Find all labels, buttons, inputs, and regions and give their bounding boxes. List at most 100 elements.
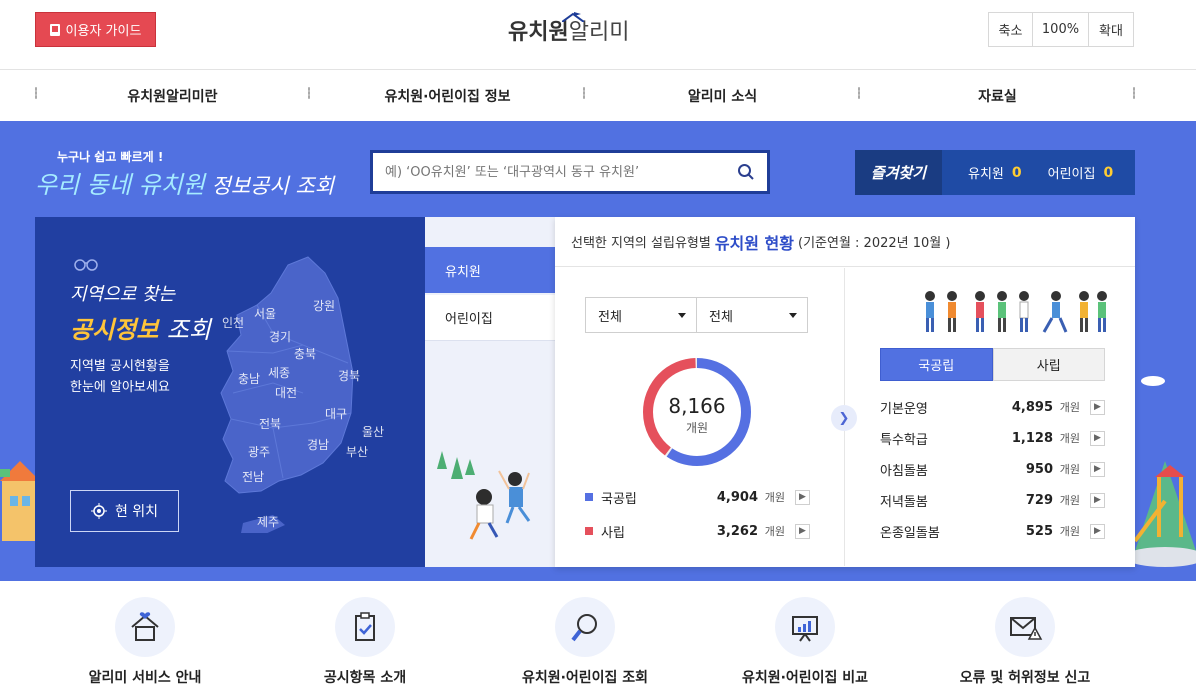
- region-label[interactable]: 전북: [259, 415, 281, 432]
- zoom-out-button[interactable]: 축소: [989, 13, 1033, 46]
- region-label[interactable]: 대구: [325, 405, 347, 422]
- tab-public[interactable]: 국공립: [880, 348, 993, 381]
- legend-swatch: [585, 493, 593, 501]
- nav-item-news[interactable]: 알리미 소식: [585, 70, 860, 121]
- service-row: 아침돌봄 950 개원 ▶: [880, 458, 1105, 480]
- chevron-right-icon[interactable]: ▶: [1090, 430, 1105, 446]
- region-label[interactable]: 광주: [248, 443, 270, 460]
- nav-item-info[interactable]: 유치원·어린이집 정보: [310, 70, 585, 121]
- map-description: 지역별 공시현황을 한눈에 알아보세요: [70, 356, 170, 398]
- quicklink-label: 공시항목 소개: [323, 670, 407, 686]
- zoom-controls: 축소 100% 확대: [988, 12, 1134, 47]
- search-box: [370, 150, 770, 194]
- chevron-right-icon[interactable]: ▶: [1090, 461, 1105, 477]
- service-value: 525: [1025, 523, 1053, 539]
- tab-kindergarten[interactable]: 유치원: [425, 247, 555, 293]
- region-label[interactable]: 경기: [269, 328, 291, 345]
- binoculars-icon: [74, 259, 98, 271]
- quicklink-search[interactable]: 유치원·어린이집 조회: [495, 597, 675, 687]
- book-icon: [49, 23, 60, 36]
- site-logo[interactable]: 유치원알리미: [508, 12, 648, 54]
- fav-daycare-label: 어린이집: [1047, 167, 1096, 182]
- map-desc-line: 한눈에 알아보세요: [70, 380, 170, 395]
- legend-row-public: 국공립 4,904 개원 ▶: [585, 486, 810, 508]
- legend-label: 국공립: [601, 491, 637, 507]
- children-group-illustration-icon: [925, 291, 1107, 333]
- legend-unit: 개원: [764, 525, 785, 538]
- main-nav: 유치원알리미란 유치원·어린이집 정보 알리미 소식 자료실: [0, 70, 1196, 121]
- fav-kinder-count: 0: [1011, 164, 1022, 181]
- next-slide-button[interactable]: ❯: [831, 405, 857, 431]
- chevron-right-icon[interactable]: ▶: [1090, 523, 1105, 539]
- stats-header: 선택한 지역의 설립유형별 유치원 현황 (기준연월 : 2022년 10월 ): [555, 217, 1135, 267]
- region-label[interactable]: 충북: [294, 345, 316, 362]
- service-label: 온종일돌봄: [880, 525, 940, 541]
- roof-flag-icon: [562, 12, 584, 22]
- favorites-daycare[interactable]: 어린이집 0: [1047, 163, 1114, 183]
- chevron-right-icon[interactable]: ▶: [795, 523, 810, 539]
- search-input[interactable]: [385, 164, 725, 180]
- fav-daycare-count: 0: [1103, 164, 1114, 181]
- playground-illustration-icon: [1135, 376, 1196, 567]
- region-label[interactable]: 강원: [313, 297, 335, 314]
- current-location-button[interactable]: 현 위치: [70, 490, 179, 532]
- favorites-title[interactable]: 즐겨찾기: [855, 150, 942, 195]
- search-icon[interactable]: [737, 163, 755, 181]
- quicklink-report-error[interactable]: 오류 및 허위정보 신고: [935, 597, 1115, 687]
- current-location-label: 현 위치: [114, 504, 159, 520]
- legend-row-private: 사립 3,262 개원 ▶: [585, 520, 810, 542]
- nav-item-library[interactable]: 자료실: [860, 70, 1135, 121]
- favorites-bar: 즐겨찾기 유치원 0 어린이집 0: [855, 150, 1135, 195]
- region-label[interactable]: 제주: [257, 513, 279, 530]
- korea-map[interactable]: [213, 253, 393, 533]
- house-heart-icon: [115, 597, 175, 657]
- donut-total-unit: 개원: [685, 421, 709, 435]
- magnifier-icon: [555, 597, 615, 657]
- region-label[interactable]: 서울: [254, 305, 276, 322]
- tab-private[interactable]: 사립: [992, 348, 1105, 381]
- legend-label: 사립: [601, 525, 625, 541]
- region-label[interactable]: 전남: [242, 468, 264, 485]
- region-label[interactable]: 인천: [222, 314, 244, 331]
- chevron-right-icon[interactable]: ▶: [1090, 492, 1105, 508]
- tab-daycare[interactable]: 어린이집: [425, 295, 555, 341]
- region-label[interactable]: 대전: [275, 384, 297, 401]
- stats-header-strong: 유치원 현황: [714, 233, 794, 253]
- region-label[interactable]: 울산: [362, 423, 384, 440]
- stats-header-prefix: 선택한 지역의 설립유형별: [571, 236, 711, 251]
- service-unit: 개원: [1059, 525, 1080, 538]
- quicklink-disclosure-items[interactable]: 공시항목 소개: [275, 597, 455, 687]
- service-value: 950: [1025, 461, 1053, 477]
- region-label[interactable]: 부산: [346, 443, 368, 460]
- region-label[interactable]: 충남: [238, 370, 260, 387]
- service-unit: 개원: [1059, 401, 1080, 414]
- chevron-right-icon[interactable]: ▶: [795, 489, 810, 505]
- quicklink-compare[interactable]: 유치원·어린이집 비교: [715, 597, 895, 687]
- region-label[interactable]: 경북: [338, 367, 360, 384]
- map-title-highlight: 공시정보: [70, 316, 159, 344]
- user-guide-label: 이용자 가이드: [65, 24, 142, 39]
- quicklink-label: 오류 및 허위정보 신고: [959, 670, 1091, 686]
- map-title-rest: 조회: [166, 316, 211, 344]
- zoom-in-button[interactable]: 확대: [1089, 13, 1133, 46]
- service-label: 특수학급: [880, 432, 928, 448]
- region-label[interactable]: 경남: [307, 436, 329, 453]
- nav-item-about[interactable]: 유치원알리미란: [35, 70, 310, 121]
- chevron-right-icon[interactable]: ▶: [1090, 399, 1105, 415]
- service-label: 저녁돌봄: [880, 494, 928, 510]
- envelope-warning-icon: [995, 597, 1055, 657]
- legend-unit: 개원: [764, 491, 785, 504]
- region-select-2[interactable]: 전체: [696, 297, 808, 333]
- quicklink-label: 알리미 서비스 안내: [88, 670, 202, 686]
- favorites-kindergarten[interactable]: 유치원 0: [968, 163, 1022, 183]
- legend-swatch: [585, 527, 593, 535]
- logo-light-text: 알리미: [568, 20, 630, 45]
- user-guide-button[interactable]: 이용자 가이드: [35, 12, 156, 47]
- quicklink-service-guide[interactable]: 알리미 서비스 안내: [55, 597, 235, 687]
- region-label[interactable]: 세종: [268, 364, 290, 381]
- service-unit: 개원: [1059, 432, 1080, 445]
- type-tabs: 유치원 어린이집: [425, 217, 555, 567]
- quicklink-label: 유치원·어린이집 비교: [741, 670, 869, 686]
- quicklink-label: 유치원·어린이집 조회: [521, 670, 649, 686]
- region-select-1[interactable]: 전체: [585, 297, 697, 333]
